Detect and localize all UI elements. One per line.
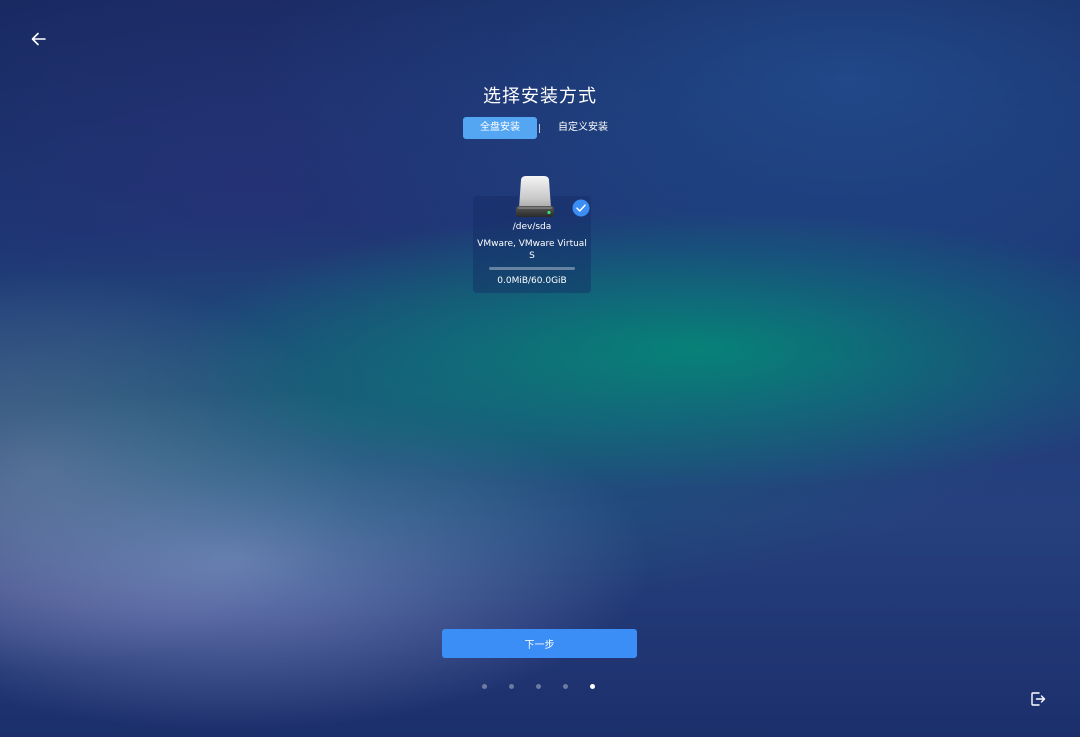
step-dot [536, 683, 541, 689]
check-circle-icon [572, 199, 590, 217]
arrow-left-icon [31, 32, 46, 46]
exit-icon [1031, 692, 1046, 706]
next-button[interactable]: 下一步 [442, 629, 637, 658]
disk-usage-bar [489, 267, 575, 270]
page-title: 选择安装方式 [483, 86, 597, 107]
disk-size: 0.0MiB/60.0GiB [497, 276, 567, 286]
step-dot [563, 683, 568, 689]
back-button[interactable] [26, 26, 52, 52]
disk-model: VMware, VMware Virtual S [477, 239, 587, 261]
step-dot [509, 683, 514, 689]
hard-drive-icon [512, 174, 558, 220]
tab-full-disk-install[interactable]: 全盘安装 [463, 117, 537, 139]
step-dot [482, 683, 487, 689]
install-mode-tabs: 全盘安装 自定义安装 [463, 117, 625, 139]
step-dot [590, 683, 595, 689]
tab-divider [539, 123, 540, 133]
tab-custom-install[interactable]: 自定义安装 [541, 117, 625, 139]
disk-path: /dev/sda [512, 222, 552, 232]
exit-button[interactable] [1027, 688, 1049, 710]
step-indicator [482, 683, 595, 689]
